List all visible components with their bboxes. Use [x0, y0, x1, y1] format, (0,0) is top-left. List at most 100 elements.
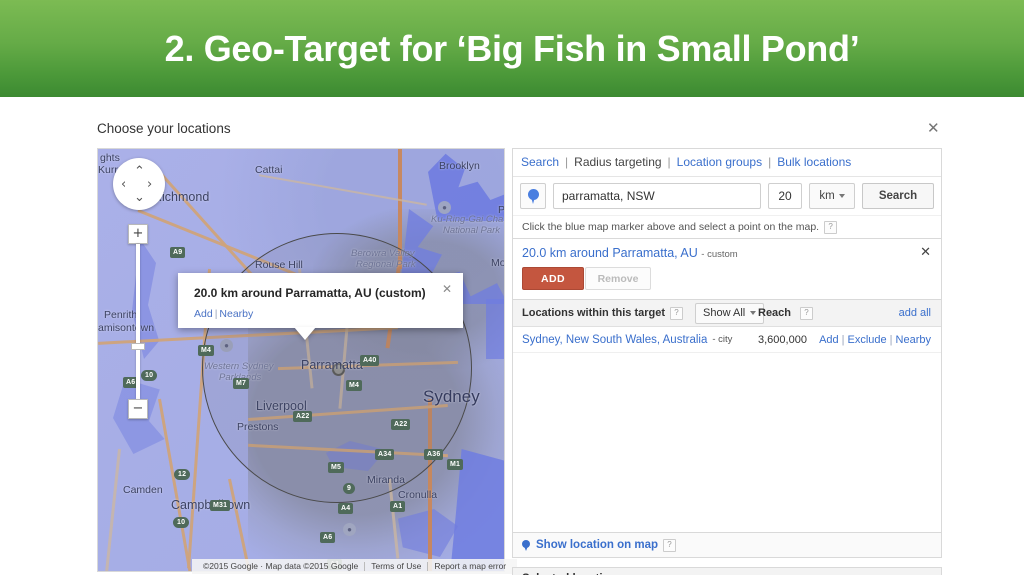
tab-search[interactable]: Search — [521, 155, 559, 169]
map-pin-icon — [527, 188, 539, 204]
pan-left-icon[interactable]: ‹ — [121, 178, 126, 191]
map-info-window: 20.0 km around Parramatta, AU (custom) A… — [178, 273, 463, 328]
map-place-label: Regional Park — [356, 259, 416, 270]
highway-shield-icon: A22 — [391, 419, 411, 430]
map-zoom-control[interactable]: + − — [128, 224, 150, 419]
location-search-row: km Search — [513, 176, 941, 215]
info-window-title: 20.0 km around Parramatta, AU (custom) — [194, 286, 426, 300]
map-place-label: ghts — [100, 152, 120, 164]
close-icon[interactable]: ✕ — [927, 119, 940, 137]
show-location-on-map-bar[interactable]: Show location on map ? — [512, 533, 942, 558]
show-all-dropdown[interactable]: Show All — [695, 302, 765, 324]
highway-shield-icon: M4 — [346, 380, 363, 391]
radius-unit-label: km — [819, 190, 835, 202]
highway-shield-icon: 12 — [174, 469, 191, 480]
highway-shield-icon: M7 — [233, 378, 250, 389]
map-attribution-link[interactable]: Report a map error — [428, 559, 512, 574]
tab-radius-targeting: Radius targeting — [574, 155, 662, 169]
map-place-label: National Park — [443, 225, 501, 236]
highway-shield-icon: A34 — [375, 449, 395, 460]
pan-down-icon[interactable]: ⌄ — [134, 191, 145, 204]
info-window-close-icon[interactable]: ✕ — [442, 282, 452, 296]
selected-locations-card: Selected locations Targeted (1) Show loc… — [512, 567, 942, 575]
tab-separator: | — [565, 155, 569, 169]
locations-rows: Sydney, New South Wales, Australia - city… — [513, 327, 941, 353]
highway-shield-icon: A9 — [170, 247, 186, 258]
highway-shield-icon: 9 — [343, 483, 356, 494]
map-place-label: Berowra Valley — [351, 248, 415, 259]
show-all-label: Show All — [703, 307, 746, 319]
action-nearby[interactable]: Nearby — [896, 334, 931, 346]
add-button[interactable]: ADD — [522, 267, 584, 290]
targeting-tabs: Search | Radius targeting | Location groups |… — [513, 149, 941, 176]
reach-column-header: Reach — [758, 307, 791, 319]
locations-panel: Search | Radius targeting | Location groups |… — [512, 148, 942, 575]
remove-button: Remove — [585, 267, 651, 290]
highway-shield-icon: A6 — [320, 532, 336, 543]
map-tiles: ● ● ● ghts Kurrai Cattai Brooklyn Richmond Ku… — [98, 149, 504, 571]
pan-up-icon[interactable]: ⌃ — [134, 165, 145, 178]
map-place-label: Ku-Ring-Gai Cha — [431, 214, 504, 225]
highway-shield-icon: M4 — [198, 345, 215, 356]
map-place-label: Parramatta — [301, 358, 363, 372]
choose-locations-dialog: Choose your locations ✕ ● ● ● ghts Kurra… — [0, 97, 1024, 575]
help-icon[interactable]: ? — [824, 220, 838, 234]
radius-target-row: 20.0 km around Parramatta, AU - custom ✕… — [513, 238, 941, 299]
radius-value-input[interactable] — [768, 183, 802, 209]
map-place-label: Brooklyn — [439, 160, 480, 172]
locations-help-icon[interactable]: ? — [670, 306, 684, 320]
highway-shield-icon: M1 — [447, 459, 464, 470]
map-pan-control[interactable]: ⌃ ⌄ ‹ › — [113, 158, 165, 210]
pan-right-icon[interactable]: › — [147, 178, 152, 191]
location-type: - city — [712, 334, 733, 345]
tab-separator: | — [768, 155, 772, 169]
chevron-down-icon — [750, 311, 757, 315]
hint-text: Click the blue map marker above and sele… — [522, 221, 820, 233]
info-nearby-link[interactable]: Nearby — [219, 308, 253, 320]
tab-bulk-locations[interactable]: Bulk locations — [777, 155, 851, 169]
park-marker-icon: ● — [343, 523, 356, 536]
zoom-in-button[interactable]: + — [128, 224, 148, 244]
map-marker-hint: Click the blue map marker above and sele… — [513, 215, 941, 238]
show-on-map-help-icon[interactable]: ? — [663, 538, 677, 552]
add-all-link[interactable]: add all — [899, 307, 931, 319]
map-place-label: Camden — [123, 484, 163, 496]
map-place-label: P — [498, 204, 505, 216]
info-window-pointer — [294, 327, 316, 340]
zoom-slider-track[interactable] — [136, 244, 140, 399]
highway-shield-icon: M31 — [210, 500, 231, 511]
location-name[interactable]: Sydney, New South Wales, Australia — [513, 334, 707, 346]
map-attribution-link[interactable]: Terms of Use — [365, 559, 427, 574]
zoom-slider-handle[interactable] — [131, 343, 145, 350]
tab-location-groups[interactable]: Location groups — [677, 155, 762, 169]
highway-shield-icon: 10 — [173, 517, 190, 528]
map-water — [486, 299, 504, 359]
radius-unit-select[interactable]: km — [809, 183, 855, 209]
radius-target-title: 20.0 km around Parramatta, AU - custom — [522, 246, 932, 260]
reach-label: Reach — [758, 307, 792, 319]
info-add-link[interactable]: Add — [194, 308, 213, 320]
selected-locations-header: Selected locations — [513, 568, 941, 575]
highway-shield-icon: A40 — [360, 355, 380, 366]
map-canvas[interactable]: ● ● ● ghts Kurrai Cattai Brooklyn Richmond Ku… — [97, 148, 505, 572]
map-place-label: Western Sydney — [204, 361, 274, 372]
locations-list: Locations within this target ? Show All … — [512, 300, 942, 533]
highway-shield-icon: M5 — [328, 462, 345, 473]
map-pin-button[interactable] — [520, 183, 546, 209]
park-marker-icon: ● — [438, 201, 451, 214]
map-pin-icon — [522, 539, 530, 551]
location-search-input[interactable] — [553, 183, 761, 209]
show-location-on-map-link[interactable]: Show location on map — [536, 539, 658, 551]
reach-help-icon[interactable]: ? — [800, 306, 813, 320]
action-exclude[interactable]: Exclude — [848, 334, 887, 346]
map-place-label: Mou — [491, 257, 504, 269]
action-add[interactable]: Add — [819, 334, 839, 346]
highway-shield-icon: A1 — [390, 501, 406, 512]
zoom-out-button[interactable]: − — [128, 399, 148, 419]
remove-target-icon[interactable]: ✕ — [920, 245, 931, 260]
locations-header-title: Locations within this target — [522, 307, 666, 319]
radius-target-subtype: - custom — [701, 249, 738, 260]
action-separator: | — [889, 333, 893, 346]
tab-separator: | — [667, 155, 671, 169]
search-button[interactable]: Search — [862, 183, 934, 209]
